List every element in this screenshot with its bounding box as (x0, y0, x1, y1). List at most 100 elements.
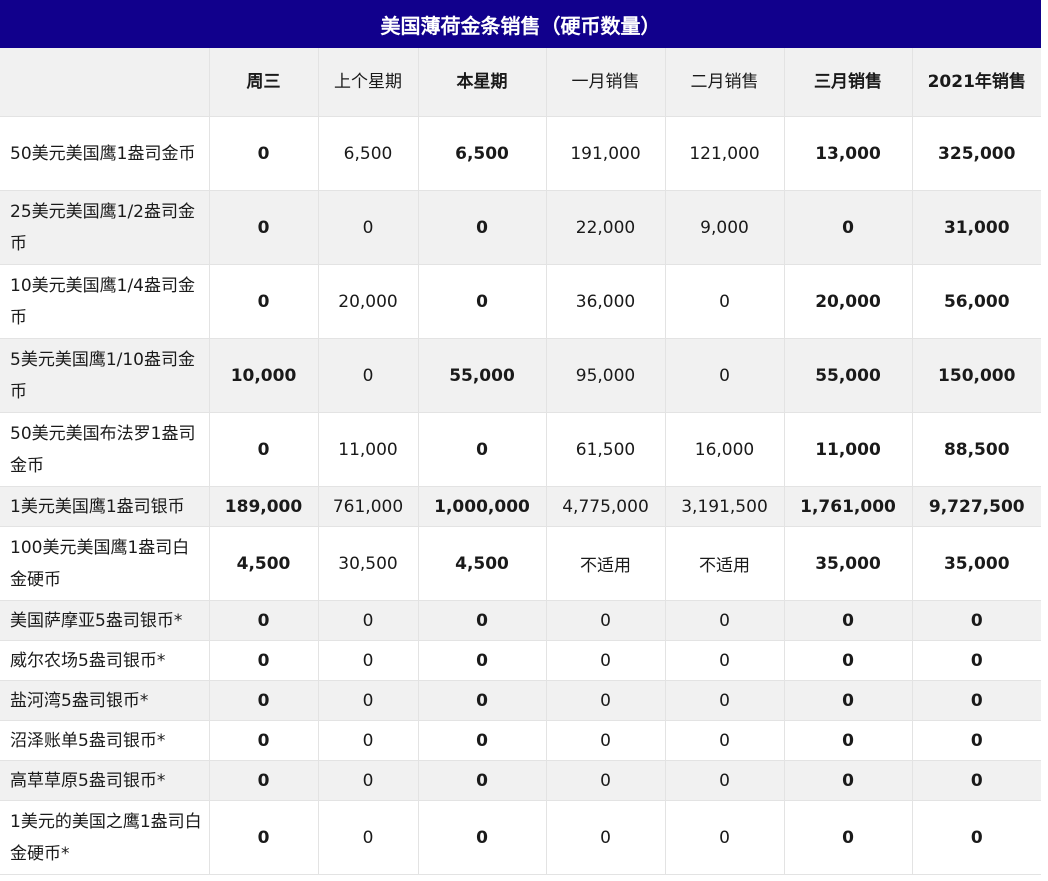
table-cell: 761,000 (318, 486, 419, 527)
table-cell: 0 (418, 190, 547, 265)
header-cell-this-week: 本星期 (418, 48, 547, 117)
table-cell: 88,500 (912, 412, 1041, 487)
table-cell: 13,000 (784, 116, 913, 191)
header-cell-name (0, 48, 210, 117)
table-cell: 0 (665, 720, 785, 761)
row-label: 1美元美国鹰1盎司银币 (0, 486, 210, 527)
table-row: 美国萨摩亚5盎司银币* 0 0 0 0 0 0 0 (0, 600, 1041, 641)
table-cell: 9,727,500 (912, 486, 1041, 527)
table-cell: 0 (665, 640, 785, 681)
table-cell: 0 (546, 760, 666, 801)
sales-table: 周三 上个星期 本星期 一月销售 二月销售 三月销售 2021年销售 50美元美… (0, 48, 1041, 875)
table-cell: 35,000 (912, 526, 1041, 601)
table-row: 5美元美国鹰1/10盎司金币 10,000 0 55,000 95,000 0 55,000… (0, 338, 1041, 413)
row-label: 100美元美国鹰1盎司白金硬币 (0, 526, 210, 601)
table-row: 10美元美国鹰1/4盎司金币 0 20,000 0 36,000 0 20,000 56,00… (0, 264, 1041, 339)
table-cell: 20,000 (318, 264, 419, 339)
table-row: 1美元美国鹰1盎司银币 189,000 761,000 1,000,000 4,775,… (0, 486, 1041, 527)
table-cell: 0 (784, 600, 913, 641)
table-body: 50美元美国鹰1盎司金币 0 6,500 6,500 191,000 121,000 13,… (0, 116, 1041, 875)
table-row: 1美元的美国之鹰1盎司白金硬币* 0 0 0 0 0 0 0 (0, 800, 1041, 875)
row-label: 高草草原5盎司银币* (0, 760, 210, 801)
table-cell: 0 (784, 760, 913, 801)
table-cell: 0 (665, 264, 785, 339)
table-row: 威尔农场5盎司银币* 0 0 0 0 0 0 0 (0, 640, 1041, 681)
table-cell: 0 (318, 680, 419, 721)
table-cell: 0 (546, 600, 666, 641)
row-label: 10美元美国鹰1/4盎司金币 (0, 264, 210, 339)
table-cell: 150,000 (912, 338, 1041, 413)
table-cell: 0 (912, 760, 1041, 801)
table-row: 25美元美国鹰1/2盎司金币 0 0 0 22,000 9,000 0 31,000 (0, 190, 1041, 265)
table-cell: 0 (318, 600, 419, 641)
header-cell-january: 一月销售 (546, 48, 666, 117)
table-cell: 0 (784, 720, 913, 761)
row-label: 威尔农场5盎司银币* (0, 640, 210, 681)
table-cell: 0 (912, 640, 1041, 681)
table-cell: 6,500 (318, 116, 419, 191)
table-cell: 0 (546, 720, 666, 761)
table-cell: 0 (418, 800, 547, 875)
table-cell: 不适用 (665, 526, 785, 601)
row-label: 25美元美国鹰1/2盎司金币 (0, 190, 210, 265)
row-label: 1美元的美国之鹰1盎司白金硬币* (0, 800, 210, 875)
table-row: 100美元美国鹰1盎司白金硬币 4,500 30,500 4,500 不适用 不适用 35,… (0, 526, 1041, 601)
table-row: 50美元美国鹰1盎司金币 0 6,500 6,500 191,000 121,000 13,… (0, 116, 1041, 191)
table-cell: 0 (318, 190, 419, 265)
table-cell: 0 (665, 338, 785, 413)
table-cell: 0 (418, 640, 547, 681)
row-label: 沼泽账单5盎司银币* (0, 720, 210, 761)
table-cell: 0 (209, 264, 319, 339)
table-cell: 0 (912, 600, 1041, 641)
table-cell: 95,000 (546, 338, 666, 413)
table-cell: 0 (912, 720, 1041, 761)
table-row: 高草草原5盎司银币* 0 0 0 0 0 0 0 (0, 760, 1041, 801)
table-row: 沼泽账单5盎司银币* 0 0 0 0 0 0 0 (0, 720, 1041, 761)
table-cell: 36,000 (546, 264, 666, 339)
table-title: 美国薄荷金条销售（硬币数量） (0, 0, 1041, 48)
table-cell: 35,000 (784, 526, 913, 601)
table-cell: 191,000 (546, 116, 666, 191)
table-cell: 20,000 (784, 264, 913, 339)
table-cell: 11,000 (784, 412, 913, 487)
row-label: 盐河湾5盎司银币* (0, 680, 210, 721)
table-cell: 0 (784, 680, 913, 721)
table-cell: 0 (912, 680, 1041, 721)
row-label: 50美元美国鹰1盎司金币 (0, 116, 210, 191)
header-cell-last-week: 上个星期 (318, 48, 419, 117)
table-cell: 55,000 (784, 338, 913, 413)
table-cell: 16,000 (665, 412, 785, 487)
table-cell: 0 (318, 338, 419, 413)
header-cell-2021: 2021年销售 (912, 48, 1041, 117)
table-cell: 0 (784, 800, 913, 875)
table-cell: 0 (209, 412, 319, 487)
table-cell: 0 (665, 680, 785, 721)
row-label: 美国萨摩亚5盎司银币* (0, 600, 210, 641)
table-cell: 0 (418, 720, 547, 761)
table-cell: 0 (665, 760, 785, 801)
table-cell: 9,000 (665, 190, 785, 265)
table-row: 50美元美国布法罗1盎司金币 0 11,000 0 61,500 16,000 11,000… (0, 412, 1041, 487)
table-cell: 121,000 (665, 116, 785, 191)
table-cell: 31,000 (912, 190, 1041, 265)
table-cell: 0 (418, 264, 547, 339)
table-cell: 0 (209, 190, 319, 265)
table-cell: 55,000 (418, 338, 547, 413)
table-cell: 0 (209, 116, 319, 191)
table-cell: 30,500 (318, 526, 419, 601)
table-cell: 0 (546, 640, 666, 681)
sales-table-container: 美国薄荷金条销售（硬币数量） 周三 上个星期 本星期 一月销售 二月销售 三月销… (0, 0, 1041, 875)
table-cell: 1,000,000 (418, 486, 547, 527)
table-cell: 4,500 (418, 526, 547, 601)
table-cell: 0 (784, 190, 913, 265)
table-cell: 0 (318, 800, 419, 875)
table-cell: 0 (209, 800, 319, 875)
row-label: 50美元美国布法罗1盎司金币 (0, 412, 210, 487)
table-cell: 0 (209, 680, 319, 721)
table-cell: 0 (209, 720, 319, 761)
table-cell: 0 (912, 800, 1041, 875)
table-cell: 189,000 (209, 486, 319, 527)
header-cell-february: 二月销售 (665, 48, 785, 117)
table-cell: 不适用 (546, 526, 666, 601)
table-cell: 0 (784, 640, 913, 681)
